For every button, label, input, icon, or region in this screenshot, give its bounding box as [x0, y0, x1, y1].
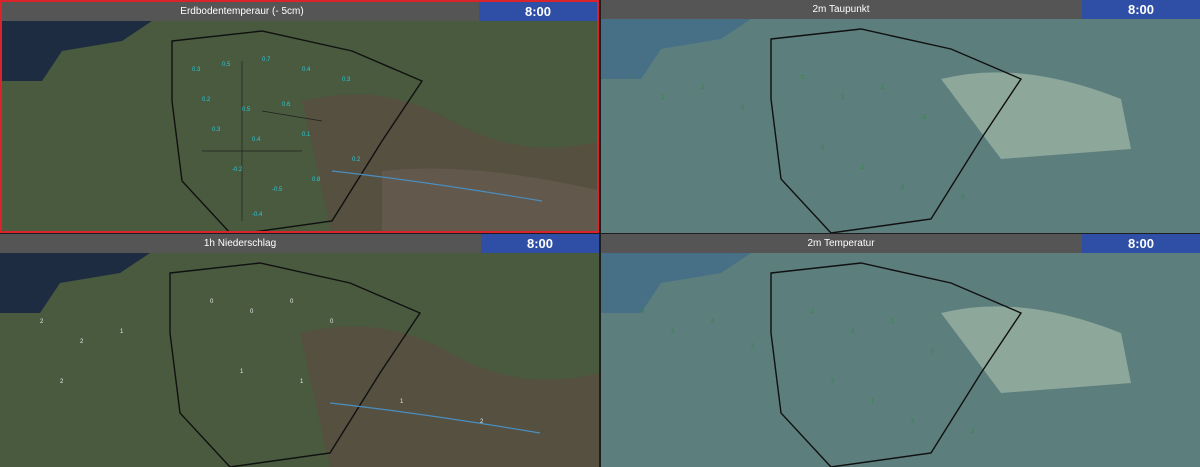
- svg-text:-0.2: -0.2: [232, 167, 243, 173]
- time-badge: 8:00: [481, 234, 599, 253]
- svg-text:0.6: 0.6: [282, 102, 291, 108]
- time-badge: 8:00: [1082, 234, 1200, 253]
- svg-text:0.5: 0.5: [242, 107, 251, 113]
- weather-map-grid: Erdbodentemperaur (- 5cm) 8:00 0.3 0.5 0.7…: [0, 0, 1200, 467]
- svg-text:0.4: 0.4: [252, 137, 261, 143]
- svg-text:-0.4: -0.4: [252, 212, 263, 218]
- panel-title: 1h Niederschlag: [203, 238, 277, 249]
- svg-text:0.5: 0.5: [222, 62, 231, 68]
- svg-text:0.8: 0.8: [312, 177, 321, 183]
- svg-text:0.3: 0.3: [212, 127, 221, 133]
- panel-title: Erdbodentemperaur (- 5cm): [180, 6, 304, 17]
- panel-title: 2m Taupunkt: [812, 4, 870, 15]
- terrain-map: 2212 0000 1112: [0, 253, 599, 467]
- terrain-map: 0.30.50.70.4 0.30.20.50.6 0.30.40.1-0.2 …: [2, 21, 597, 231]
- svg-text:-1: -1: [921, 115, 927, 121]
- svg-text:0.1: 0.1: [302, 132, 311, 138]
- terrain-map: 3120 121-1 0123: [601, 19, 1200, 233]
- svg-text:0.4: 0.4: [302, 67, 311, 73]
- time-badge: 8:00: [479, 2, 597, 21]
- map-panel-temperature[interactable]: 2m Temperatur 8:00 4342 1210 2132: [601, 234, 1200, 467]
- map-panel-precipitation[interactable]: 1h Niederschlag 8:00 2212 0000 1112: [0, 234, 599, 467]
- panel-title-bar: 1h Niederschlag 8:00: [0, 234, 599, 253]
- panel-title-bar: 2m Temperatur 8:00: [601, 234, 1200, 253]
- svg-text:-0.5: -0.5: [272, 187, 283, 193]
- panel-title: 2m Temperatur: [807, 238, 875, 249]
- terrain-map: 4342 1210 2132: [601, 253, 1200, 467]
- svg-text:0.2: 0.2: [202, 97, 211, 103]
- svg-text:0.7: 0.7: [262, 57, 271, 63]
- map-panel-dew-point[interactable]: 2m Taupunkt 8:00 3120 1 2 1 -1 0123: [601, 0, 1200, 233]
- svg-text:0.2: 0.2: [352, 157, 361, 163]
- svg-text:0.3: 0.3: [192, 67, 201, 73]
- map-panel-soil-temperature[interactable]: Erdbodentemperaur (- 5cm) 8:00 0.3 0.5 0.7…: [0, 0, 599, 233]
- time-badge: 8:00: [1082, 0, 1200, 19]
- svg-text:0.3: 0.3: [342, 77, 351, 83]
- panel-title-bar: 2m Taupunkt 8:00: [601, 0, 1200, 19]
- panel-title-bar: Erdbodentemperaur (- 5cm) 8:00: [2, 2, 597, 21]
